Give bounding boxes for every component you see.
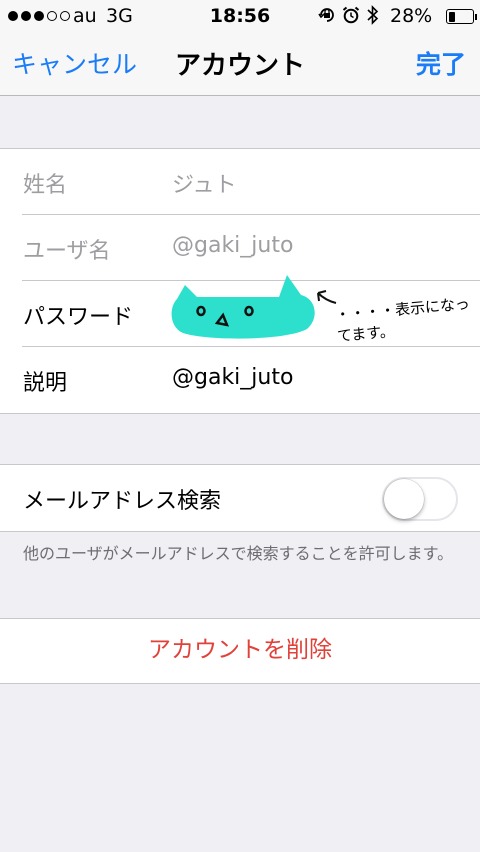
done-button[interactable]: 完了 [416, 45, 466, 81]
navigation-bar: キャンセル アカウント 完了 [0, 32, 480, 96]
status-bar: au 3G 18:56 28% [0, 0, 480, 32]
username-value: @gaki_juto [172, 233, 294, 258]
email-search-toggle[interactable] [382, 477, 458, 521]
email-search-footnote: 他のユーザがメールアドレスで検索することを許可します。 [23, 544, 454, 563]
email-search-group: メールアドレス検索 [0, 464, 480, 532]
bluetooth-icon [366, 5, 380, 25]
account-info-group: 姓名 ジュト ユーザ名 @gaki_juto パスワード 説明 [0, 148, 480, 414]
battery-nub [475, 14, 477, 20]
password-redaction-doodle [167, 271, 322, 347]
password-label: パスワード [23, 305, 134, 330]
handwritten-annotation: ・・・・表示になってます。 [310, 285, 480, 365]
delete-account-button[interactable]: アカウントを削除 [0, 619, 480, 683]
orientation-lock-icon [318, 6, 336, 24]
row-full-name: 姓名 ジュト [0, 149, 480, 215]
page-title: アカウント [174, 51, 305, 81]
battery-level [448, 11, 455, 22]
toggle-knob [384, 479, 424, 519]
email-search-label: メールアドレス検索 [23, 489, 222, 514]
battery-icon [446, 9, 474, 24]
battery-percent: 28% [390, 5, 433, 27]
description-field[interactable] [172, 365, 462, 390]
full-name-label: 姓名 [23, 173, 68, 198]
row-email-search: メールアドレス検索 [0, 465, 480, 531]
delete-group: アカウントを削除 [0, 618, 480, 684]
full-name-value: ジュト [172, 173, 237, 198]
description-label: 説明 [23, 371, 68, 396]
username-label: ユーザ名 [23, 239, 111, 264]
annotation-text: ・・・・表示になってます。 [334, 294, 471, 346]
alarm-icon [342, 6, 360, 24]
